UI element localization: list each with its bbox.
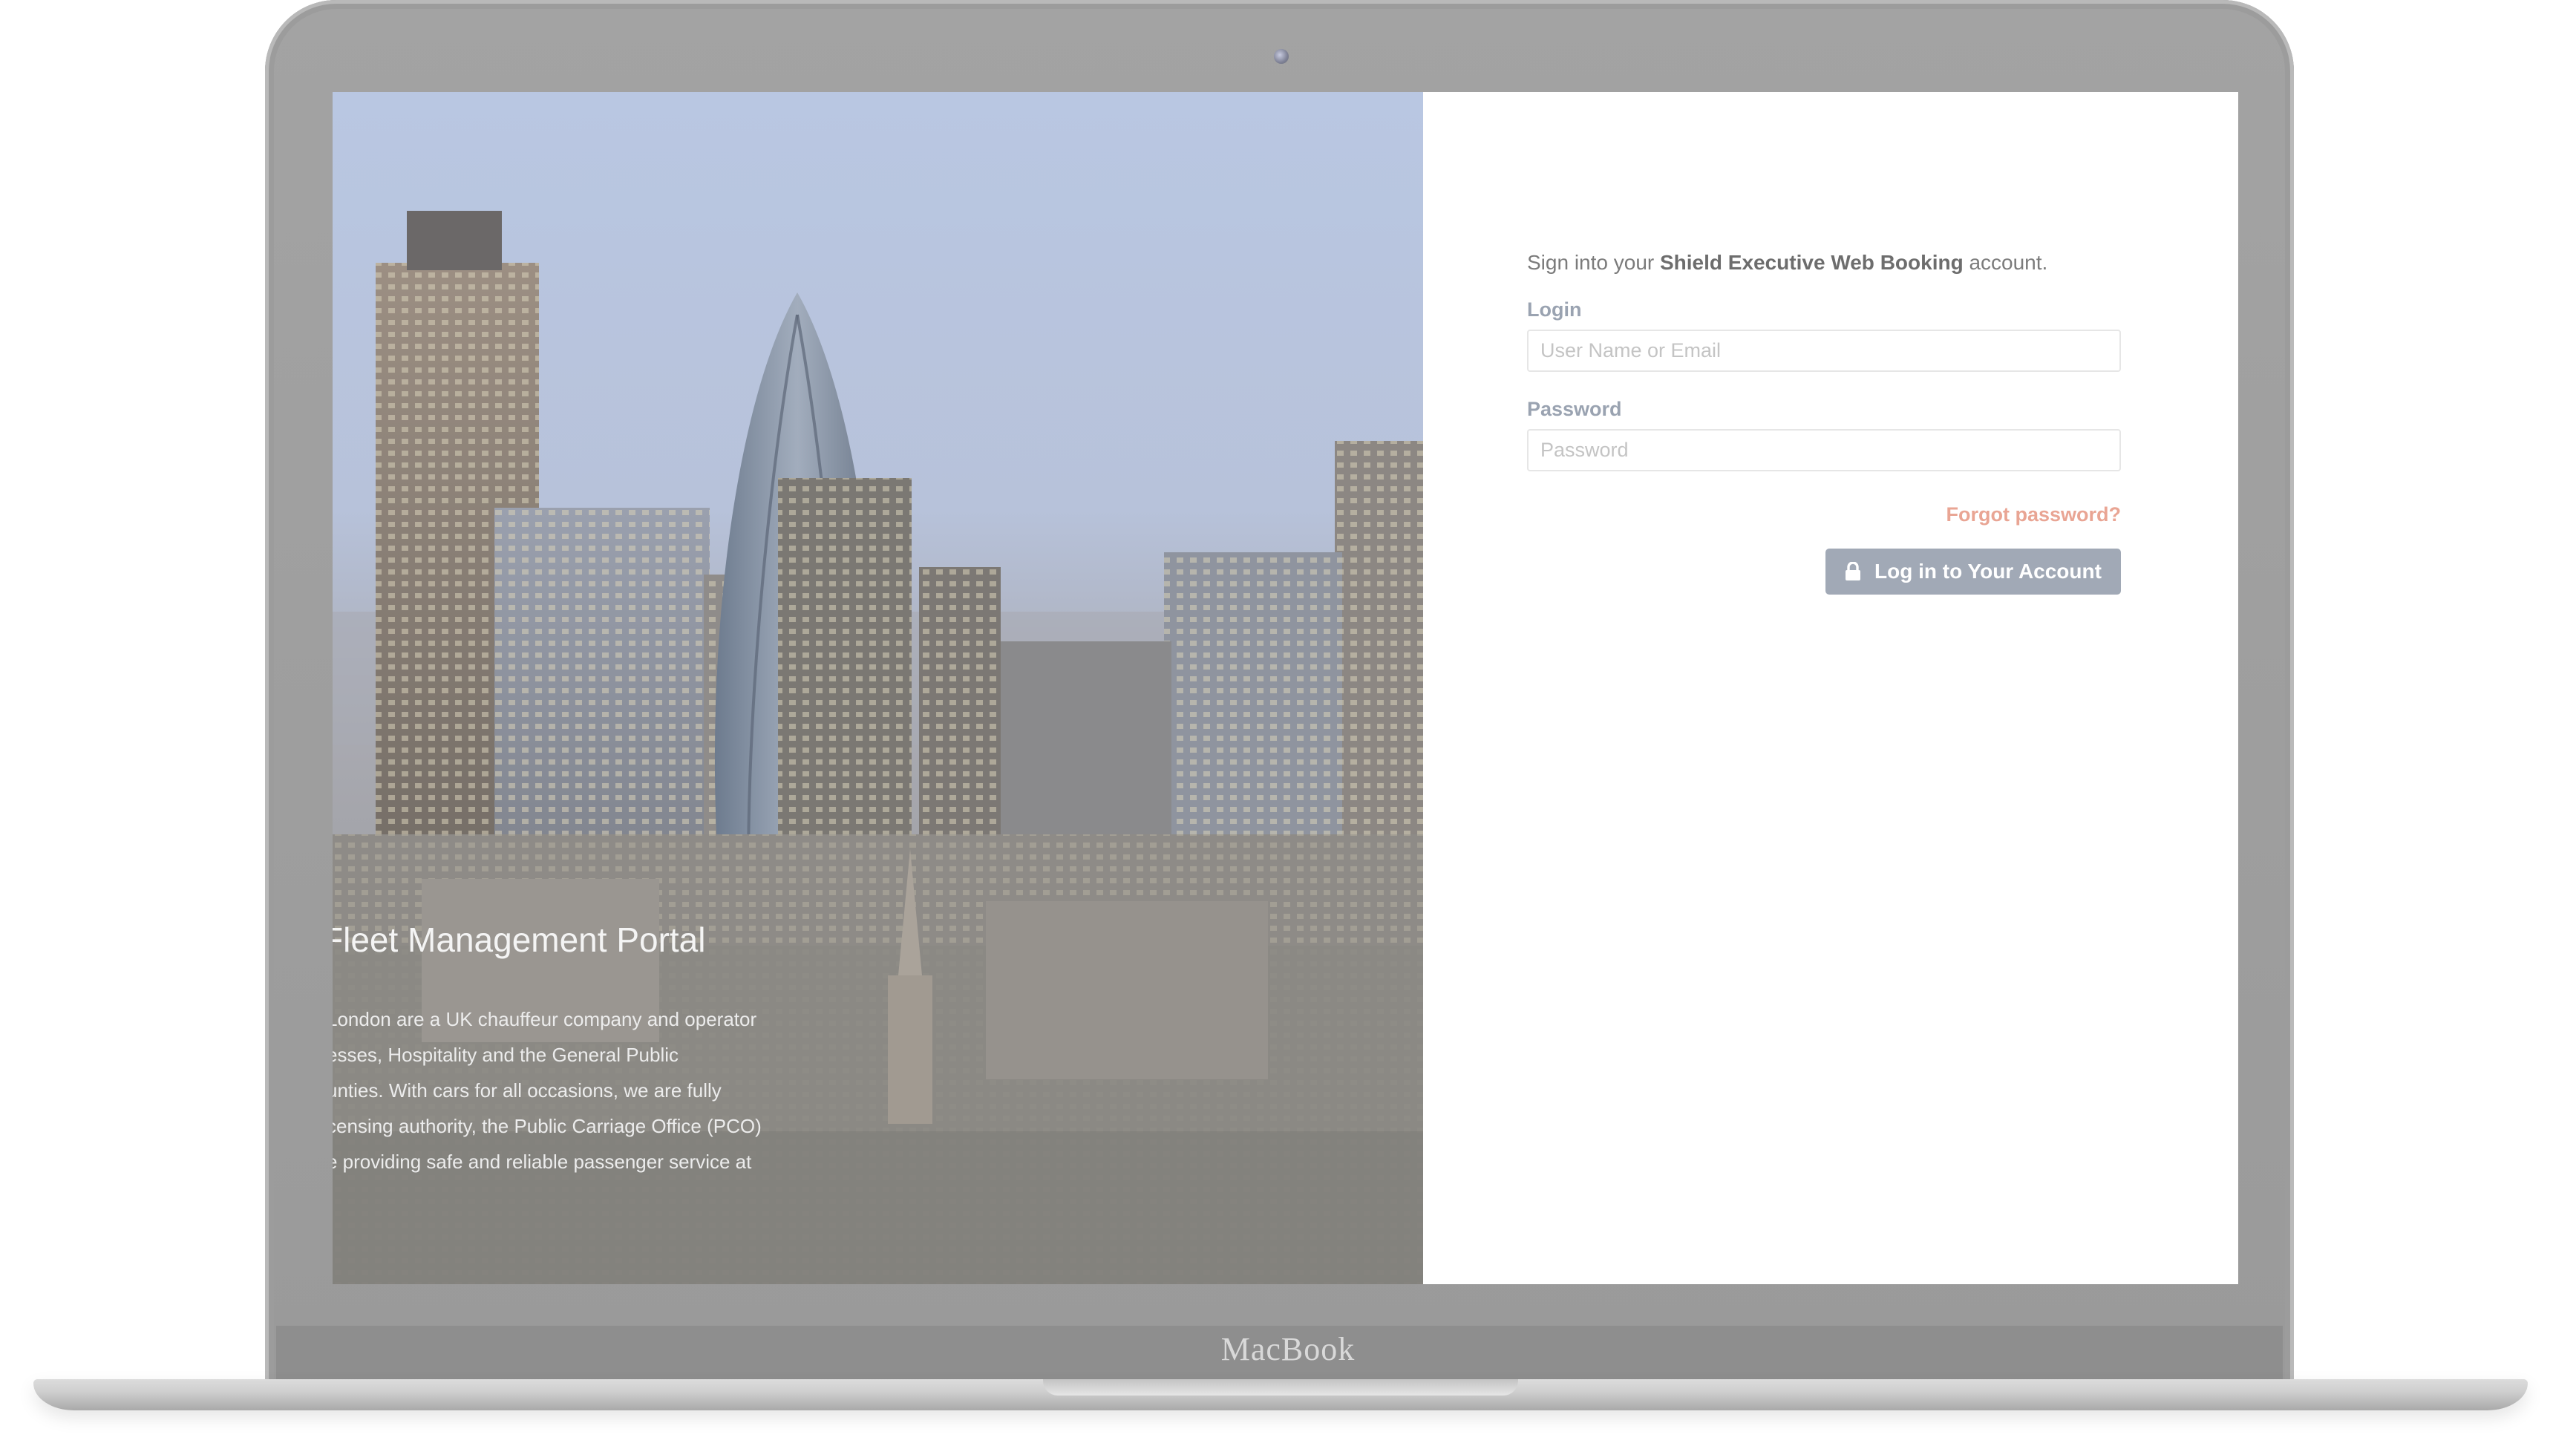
- screen: Fleet Management Portal London are a UK …: [333, 92, 2238, 1284]
- device-brand-label: MacBook: [1220, 1331, 1356, 1367]
- hero-description-line: censing authority, the Public Carriage O…: [333, 1115, 762, 1137]
- laptop-base-notch: [1043, 1379, 1518, 1396]
- password-input[interactable]: [1527, 429, 2121, 471]
- login-label: Login: [1527, 298, 1582, 321]
- camera-icon: [1274, 49, 1289, 64]
- intro-prefix: Sign into your: [1527, 251, 1660, 274]
- hero-panel: Fleet Management Portal London are a UK …: [333, 92, 1423, 1284]
- hero-description-line: London are a UK chauffeur company and op…: [333, 1008, 757, 1030]
- hero-title: Fleet Management Portal: [333, 920, 706, 959]
- intro-brand-name: Shield Executive Web Booking: [1660, 251, 1964, 274]
- login-input[interactable]: [1527, 330, 2121, 372]
- hero-description-line: unties. With cars for all occasions, we …: [333, 1079, 722, 1102]
- login-intro: Sign into your Shield Executive Web Book…: [1527, 251, 2047, 275]
- forgot-password-link[interactable]: Forgot password?: [1527, 503, 2122, 526]
- password-label: Password: [1527, 398, 1622, 420]
- login-button-label: Log in to Your Account: [1874, 560, 2102, 583]
- hero-description-line: e providing safe and reliable passenger …: [333, 1151, 752, 1173]
- hero-description: London are a UK chauffeur company and op…: [333, 1001, 817, 1180]
- lock-icon: [1846, 562, 1861, 580]
- login-button[interactable]: Log in to Your Account: [1825, 549, 2121, 595]
- hero-description-line: esses, Hospitality and the General Publi…: [333, 1044, 679, 1066]
- laptop-mockup: MacBook Fleet Management Portal London a…: [0, 0, 2576, 1446]
- intro-suffix: account.: [1963, 251, 2048, 274]
- login-panel: Sign into your Shield Executive Web Book…: [1423, 92, 2238, 1284]
